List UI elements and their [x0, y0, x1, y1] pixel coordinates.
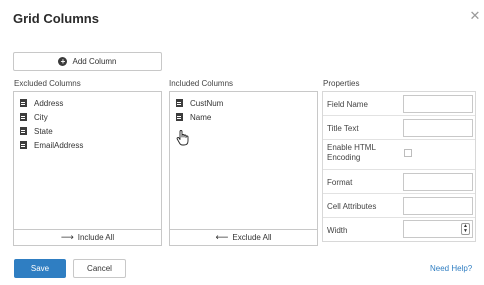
property-row: Title Text	[323, 116, 475, 140]
document-icon	[176, 99, 183, 107]
dialog-title: Grid Columns	[13, 11, 99, 26]
list-item-label: Address	[34, 98, 64, 108]
list-item-label: Name	[190, 112, 212, 122]
include-all-button[interactable]: ⟶ Include All	[14, 229, 161, 245]
hand-cursor-icon	[176, 130, 189, 146]
field-name-input[interactable]	[403, 95, 473, 113]
excluded-columns-list[interactable]: Address City State EmailAddress ⟶ Includ…	[13, 91, 162, 246]
list-item-label: EmailAddress	[34, 140, 84, 150]
add-column-label: Add Column	[72, 57, 117, 66]
arrow-right-icon: ⟶	[60, 232, 74, 242]
property-row: Enable HTML Encoding	[323, 140, 475, 170]
grid-columns-dialog: Grid Columns ✕ + Add Column Excluded Col…	[0, 0, 484, 285]
list-item[interactable]: State	[20, 124, 83, 138]
close-icon[interactable]: ✕	[468, 9, 482, 23]
cell-attributes-input[interactable]	[403, 197, 473, 215]
list-item-label: CustNum	[190, 98, 224, 108]
format-input[interactable]	[403, 173, 473, 191]
properties-panel: Field Name Title Text Enable HTML Encodi…	[322, 91, 476, 242]
document-icon	[20, 141, 27, 149]
include-all-label: Include All	[77, 233, 115, 242]
enable-html-encoding-checkbox[interactable]	[404, 149, 412, 157]
exclude-all-button[interactable]: ⟵ Exclude All	[170, 229, 317, 245]
excluded-columns-label: Excluded Columns	[14, 79, 81, 88]
stepper-arrows-icon[interactable]: ▲ ▼	[461, 223, 470, 235]
list-item[interactable]: Address	[20, 96, 83, 110]
enable-html-encoding-label: Enable HTML Encoding	[327, 143, 376, 162]
property-row: Format	[323, 170, 475, 194]
properties-label: Properties	[323, 79, 360, 88]
list-item[interactable]: City	[20, 110, 83, 124]
plus-circle-icon: +	[58, 57, 68, 66]
property-row: Width ▲ ▼	[323, 218, 475, 242]
included-columns-list[interactable]: CustNum Name ⟵ Exclude All	[169, 91, 318, 246]
title-text-label: Title Text	[327, 124, 359, 133]
document-icon	[176, 113, 183, 121]
document-icon	[20, 127, 27, 135]
list-item-label: City	[34, 112, 48, 122]
list-item[interactable]: Name	[176, 110, 223, 124]
need-help-link[interactable]: Need Help?	[430, 264, 472, 273]
add-column-button[interactable]: + Add Column	[13, 52, 162, 71]
list-item[interactable]: CustNum	[176, 96, 223, 110]
cell-attributes-label: Cell Attributes	[327, 202, 377, 211]
list-item-label: State	[34, 126, 53, 136]
title-text-input[interactable]	[403, 119, 473, 137]
included-columns-label: Included Columns	[169, 79, 234, 88]
list-item[interactable]: EmailAddress	[20, 138, 83, 152]
property-row: Field Name	[323, 92, 475, 116]
document-icon	[20, 99, 27, 107]
width-label: Width	[327, 226, 348, 235]
property-row: Cell Attributes	[323, 194, 475, 218]
width-stepper[interactable]: ▲ ▼	[403, 220, 473, 238]
document-icon	[20, 113, 27, 121]
exclude-all-label: Exclude All	[232, 233, 272, 242]
arrow-left-icon: ⟵	[215, 232, 229, 242]
format-label: Format	[327, 178, 353, 187]
field-name-label: Field Name	[327, 100, 368, 109]
cancel-button[interactable]: Cancel	[73, 259, 126, 278]
save-button[interactable]: Save	[14, 259, 66, 278]
